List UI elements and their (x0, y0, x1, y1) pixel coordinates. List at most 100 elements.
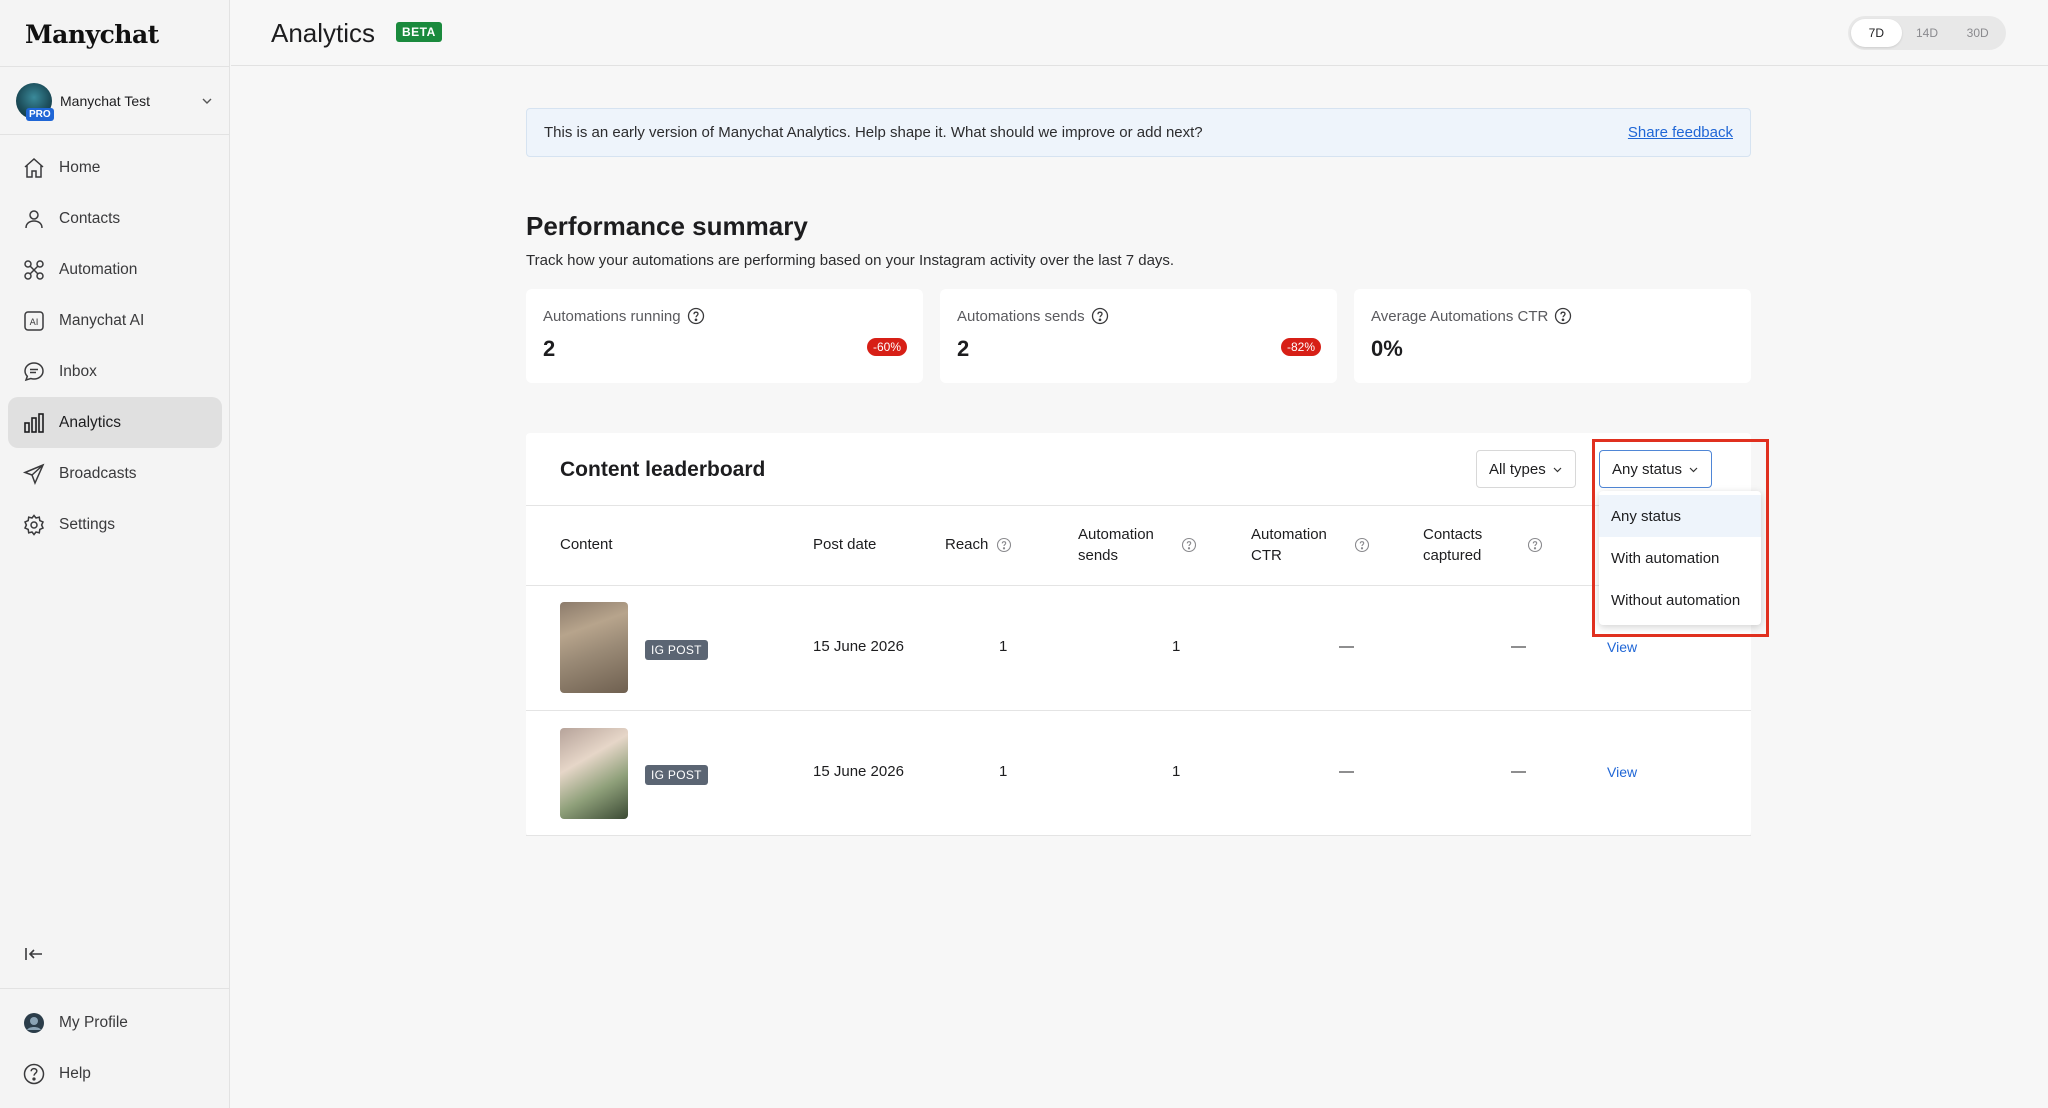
sidebar-item-analytics[interactable]: Analytics (8, 397, 222, 448)
metric-delta-badge: -82% (1280, 338, 1321, 356)
header-line: sends (1078, 547, 1119, 564)
post-thumbnail[interactable] (560, 728, 628, 819)
help-icon[interactable] (1554, 307, 1572, 325)
contacts-captured-value: — (1511, 638, 1526, 655)
section-title: Performance summary (526, 211, 808, 241)
table-divider (526, 505, 1751, 506)
sidebar-item-label: Settings (59, 515, 116, 533)
table-divider (526, 585, 1751, 586)
automation-sends-value: 1 (1172, 763, 1181, 780)
sidebar-bottom-nav: My Profile Help (8, 997, 222, 1099)
type-filter-label: All types (1489, 460, 1546, 478)
pro-badge: PRO (26, 108, 54, 121)
leaderboard-title: Content leaderboard (560, 458, 766, 481)
sidebar-item-settings[interactable]: Settings (8, 499, 222, 550)
sidebar-item-help[interactable]: Help (8, 1048, 222, 1099)
account-switcher[interactable]: PRO Manychat Test (16, 82, 214, 121)
column-header-content: Content (560, 536, 613, 553)
view-link[interactable]: View (1607, 764, 1637, 780)
account-avatar: PRO (16, 83, 54, 121)
sidebar-divider (0, 134, 230, 135)
range-7d-button[interactable]: 7D (1851, 19, 1902, 47)
sidebar-item-label: Manychat AI (59, 311, 145, 329)
sidebar-item-my-profile[interactable]: My Profile (8, 997, 222, 1048)
broadcasts-icon (22, 463, 45, 485)
page-header: Analytics BETA 7D 14D 30D (231, 0, 2048, 66)
metric-card: Average Automations CTR 0% (1354, 289, 1751, 383)
column-header-contacts-captured: Contacts captured (1423, 524, 1482, 566)
column-header-post-date: Post date (813, 536, 877, 553)
header-line: captured (1423, 547, 1482, 564)
metric-value: 0% (1371, 336, 1403, 361)
header-line: Contacts (1423, 526, 1483, 543)
header-line: Automation (1251, 526, 1327, 543)
metric-label: Average Automations CTR (1371, 307, 1572, 325)
contacts-captured-value: — (1511, 763, 1526, 780)
sidebar-item-label: My Profile (59, 1013, 128, 1031)
highlight-box (1592, 439, 1769, 637)
section-subtitle: Track how your automations are performin… (526, 252, 1175, 269)
date-range-toggle: 7D 14D 30D (1848, 16, 2006, 50)
help-icon[interactable] (1527, 537, 1543, 553)
metric-label-text: Automations running (543, 307, 681, 325)
metric-label: Automations sends (957, 307, 1109, 325)
banner-text: This is an early version of Manychat Ana… (544, 124, 1203, 141)
help-icon (23, 1063, 45, 1084)
column-header-automation-sends: Automation sends (1078, 524, 1154, 566)
post-date: 15 June 2026 (813, 763, 904, 780)
sidebar-item-manychat-ai[interactable]: AI Manychat AI (8, 295, 222, 346)
range-14d-button[interactable]: 14D (1902, 19, 1953, 47)
beta-badge: BETA (396, 22, 442, 42)
help-icon[interactable] (1181, 537, 1197, 553)
manychat-logo[interactable]: Manychat (25, 20, 159, 49)
contacts-icon (25, 209, 43, 228)
home-icon (24, 157, 44, 178)
sidebar-item-contacts[interactable]: Contacts (8, 193, 222, 244)
chevron-down-icon (1553, 467, 1562, 472)
analytics-icon (24, 412, 44, 433)
help-icon[interactable] (996, 537, 1012, 553)
metric-card: Automations running 2 -60% (526, 289, 923, 383)
share-feedback-link[interactable]: Share feedback (1628, 124, 1733, 141)
column-header-automation-ctr: Automation CTR (1251, 524, 1327, 566)
metric-delta-badge: -60% (866, 338, 907, 356)
automation-ctr-value: — (1339, 763, 1354, 780)
help-icon[interactable] (1354, 537, 1370, 553)
table-divider (526, 835, 1751, 836)
inbox-icon (24, 361, 44, 381)
header-line: CTR (1251, 547, 1282, 564)
view-link[interactable]: View (1607, 639, 1637, 655)
post-thumbnail[interactable] (560, 602, 628, 693)
reach-value: 1 (999, 638, 1008, 655)
sidebar-item-automation[interactable]: Automation (8, 244, 222, 295)
metric-label: Automations running (543, 307, 705, 325)
metric-value: 2 (957, 336, 970, 361)
header-line: Automation (1078, 526, 1154, 543)
reach-value: 1 (999, 763, 1008, 780)
type-filter-dropdown[interactable]: All types (1476, 450, 1576, 488)
sidebar-item-label: Analytics (59, 413, 122, 431)
content-type-tag: IG POST (645, 765, 708, 785)
sidebar-item-inbox[interactable]: Inbox (8, 346, 222, 397)
post-date: 15 June 2026 (813, 638, 904, 655)
help-icon[interactable] (1091, 307, 1109, 325)
range-30d-button[interactable]: 30D (1952, 19, 2003, 47)
sidebar-item-label: Inbox (59, 362, 97, 380)
svg-text:AI: AI (30, 318, 39, 328)
metric-value: 2 (543, 336, 556, 361)
automation-sends-value: 1 (1172, 638, 1181, 655)
settings-icon (23, 513, 45, 536)
content-leaderboard: Content leaderboard All types Any status… (526, 433, 1751, 836)
metric-card: Automations sends 2 -82% (940, 289, 1337, 383)
sidebar-item-home[interactable]: Home (8, 142, 222, 193)
ai-icon: AI (24, 310, 44, 331)
sidebar-item-label: Automation (59, 260, 138, 278)
content-type-tag: IG POST (645, 640, 708, 660)
metric-label-text: Automations sends (957, 307, 1085, 325)
collapse-sidebar-icon[interactable] (22, 942, 46, 966)
sidebar-item-label: Contacts (59, 209, 121, 227)
sidebar-item-broadcasts[interactable]: Broadcasts (8, 448, 222, 499)
metric-label-text: Average Automations CTR (1371, 307, 1549, 325)
feedback-banner: This is an early version of Manychat Ana… (526, 108, 1751, 157)
help-icon[interactable] (687, 307, 705, 325)
